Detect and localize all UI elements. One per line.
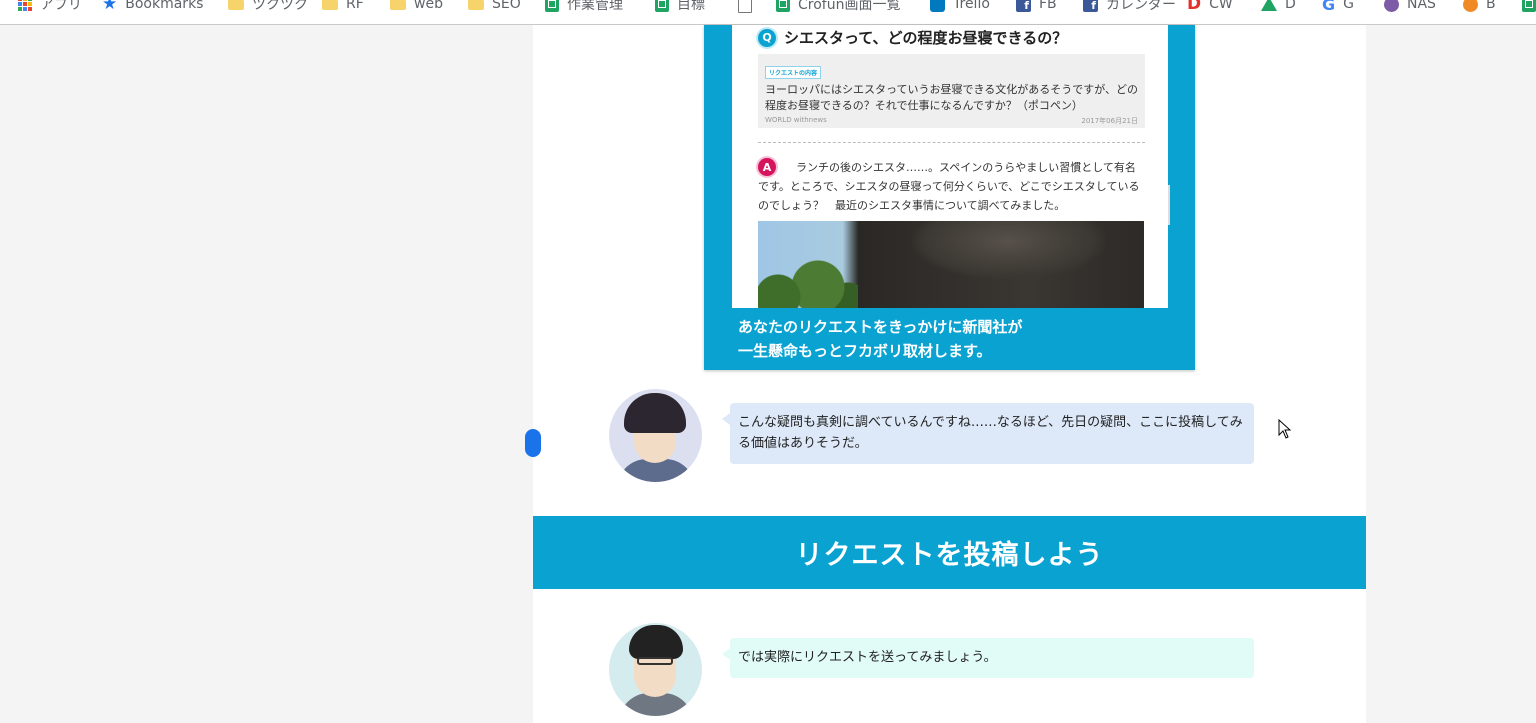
answer-row: A ランチの後のシエスタ……。スペインのうらやましい習慣として有名です。ところで… [758,158,1146,215]
qa-card: Q シエスタって、どの程度お昼寝できるの？ リクエストの内容 ヨーロッパにはシエ… [732,25,1168,308]
sheets-icon [776,0,790,12]
bookmark-cw[interactable]: D CW [1187,0,1233,14]
folder-icon [228,0,244,10]
request-label: リクエストの内容 [765,66,822,79]
bookmark-folder-tsukutsuku[interactable]: ツクツク [228,0,308,14]
bookmark-label: RF [346,0,364,12]
request-box: リクエストの内容 ヨーロッパにはシエスタっていうお昼寝できる文化があるそうですが… [758,54,1145,128]
bookmark-b[interactable]: B [1463,0,1496,14]
sheets-icon [545,0,559,12]
bookmark-folder-seo[interactable]: SEO [468,0,521,14]
bookmark-label: G [1343,0,1354,12]
avatar-hair [624,393,686,433]
trees-image [758,247,858,308]
glasses-icon [637,657,673,665]
caption-line-1: あなたのリクエストをきっかけに新聞社が [738,318,1023,336]
bookmark-google[interactable]: G G [1322,0,1354,14]
bookmark-label: カレンダー [1106,0,1176,13]
bookmark-trello[interactable]: Trello [930,0,990,14]
bookmark-label: Bookmarks [125,0,204,12]
request-date: 2017年06月21日 [1081,117,1138,125]
bookmark-folder-web[interactable]: web [390,0,443,14]
bookmark-fb[interactable]: f FB [1016,0,1057,14]
bookmark-nas[interactable]: NAS [1384,0,1436,14]
bookmark-folder-rf[interactable]: RF [322,0,364,14]
request-footer: WORLD withnews 2017年06月21日 [765,116,1138,126]
avatar [609,623,702,716]
bookmarks-bar: アプリ ★ Bookmarks ツクツク RF web SEO 作業管理 目標 … [0,0,1536,25]
bookmark-drive[interactable]: D [1261,0,1296,14]
sheets-icon [655,0,669,12]
article-column: Q シエスタって、どの程度お昼寝できるの？ リクエストの内容 ヨーロッパにはシエ… [525,25,1366,723]
bookmark-label: SEO [492,0,521,12]
d-logo-icon: D [1187,0,1202,14]
trello-icon [930,0,945,12]
b-icon [1463,0,1478,12]
document-icon [738,0,752,13]
speech-bubble: では実際にリクエストを送ってみましょう。 [722,638,1254,678]
article-photo [758,221,1144,308]
bookmark-calendar[interactable]: f カレンダー [1083,0,1176,14]
section-heading: リクエストを投稿しよう [533,516,1366,589]
sleeping-face-image [908,221,1108,281]
bookmark-label: 目標 [677,0,705,13]
question-badge: Q [758,28,776,47]
sheets-icon [1522,0,1536,12]
question-row: Q シエスタって、どの程度お昼寝できるの？ [758,27,1067,48]
bookmark-label: B [1486,0,1496,12]
bookmark-label: D [1285,0,1296,12]
folder-icon [468,0,484,10]
avatar-hair [629,625,683,659]
bookmark-label: Crofun画面一覧 [798,0,901,13]
speech-bubble: こんな疑問も真剣に調べているんですね……なるほど、先日の疑問、ここに投稿してみる… [722,403,1254,464]
caption-line-2: 一生懸命もっとフカボリ取材します。 [738,342,992,360]
screenshot-caption: あなたのリクエストをきっかけに新聞社が 一生懸命もっとフカボリ取材します。 [738,315,1022,363]
folder-icon [322,0,338,10]
question-title: シエスタって、どの程度お昼寝できるの？ [784,29,1068,47]
bookmark-crofun-screens[interactable]: Crofun画面一覧 [776,0,900,14]
request-category: WORLD withnews [765,116,827,124]
bookmark-sheets-overflow[interactable] [1522,0,1536,14]
bookmark-apps[interactable]: アプリ [18,0,82,14]
bookmark-label: Trello [953,0,990,12]
folder-icon [390,0,406,10]
star-icon: ★ [102,0,118,14]
divider [758,142,1145,143]
bookmark-label: web [414,0,443,12]
bookmark-label: NAS [1407,0,1436,12]
embedded-screenshot: Q シエスタって、どの程度お昼寝できるの？ リクエストの内容 ヨーロッパにはシエ… [704,25,1195,370]
nas-icon [1384,0,1399,12]
request-text: ヨーロッパにはシエスタっていうお昼寝できる文化があるそうですが、どの程度お昼寝で… [765,83,1139,112]
apps-grid-icon [18,0,32,11]
card-scrollbar [1168,185,1170,225]
bookmark-label: FB [1039,0,1057,12]
facebook-icon: f [1083,0,1098,12]
bookmark-label: ツクツク [252,0,308,13]
side-tab-button[interactable] [525,429,541,457]
google-icon: G [1322,0,1336,14]
answer-text: ランチの後のシエスタ……。スペインのうらやましい習慣として有名です。ところで、シ… [758,161,1140,212]
drive-icon [1261,0,1277,11]
bookmark-bookmarks[interactable]: ★ Bookmarks [102,0,203,14]
bookmark-task-management[interactable]: 作業管理 [545,0,623,14]
bookmark-label: アプリ [40,0,82,13]
answer-badge: A [758,158,776,176]
facebook-icon: f [1016,0,1031,12]
bookmark-goals[interactable]: 目標 [655,0,705,14]
bookmark-document[interactable] [738,0,752,14]
bookmark-label: 作業管理 [567,0,623,13]
avatar [609,389,702,482]
bookmark-label: CW [1209,0,1233,12]
